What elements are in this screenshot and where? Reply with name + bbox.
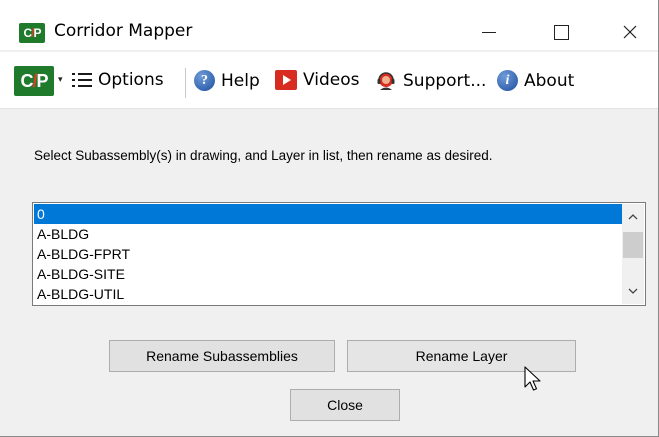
list-item[interactable]: A-BLDG (34, 224, 622, 244)
list-icon (72, 71, 92, 89)
corridor-mapper-window: C / P Corridor Mapper C / P ▾ Options ? … (0, 0, 659, 437)
info-icon: i (497, 70, 518, 91)
help-button[interactable]: ? Help (194, 70, 260, 91)
window-title: Corridor Mapper (54, 21, 193, 41)
cp-logo-menu-button[interactable]: C / P (14, 66, 54, 96)
toolbar: C / P ▾ Options ? Help Videos Support...… (0, 52, 658, 109)
about-button[interactable]: i About (497, 70, 574, 91)
list-item[interactable]: 0 (34, 204, 622, 224)
scroll-up-icon[interactable] (622, 207, 644, 227)
list-item[interactable]: A-BLDG-FPRT (34, 244, 622, 264)
list-item[interactable]: A-BLDG-UTIL (34, 284, 622, 304)
options-label: Options (98, 70, 164, 90)
scrollbar-thumb[interactable] (623, 232, 643, 258)
app-logo-icon: C / P (19, 23, 45, 43)
minimize-button[interactable] (466, 14, 512, 50)
options-button[interactable]: Options (72, 70, 164, 90)
layer-list-items: 0 A-BLDG A-BLDG-FPRT A-BLDG-SITE A-BLDG-… (34, 204, 622, 304)
maximize-button[interactable] (538, 14, 584, 50)
support-label: Support... (403, 71, 487, 91)
video-play-icon (275, 70, 297, 90)
scroll-down-icon[interactable] (622, 281, 644, 301)
vertical-scrollbar[interactable] (622, 204, 644, 304)
mouse-pointer-icon (524, 366, 541, 391)
chevron-down-icon[interactable]: ▾ (58, 74, 63, 85)
close-window-button[interactable] (607, 14, 653, 50)
support-button[interactable]: Support... (375, 70, 486, 92)
list-item[interactable]: A-BLDG-SITE (34, 264, 622, 284)
maximize-icon (553, 24, 569, 40)
about-label: About (524, 70, 575, 91)
help-label: Help (221, 70, 260, 91)
support-agent-icon (377, 72, 395, 90)
instruction-text: Select Subassembly(s) in drawing, and La… (34, 148, 493, 163)
rename-subassemblies-button[interactable]: Rename Subassemblies (109, 340, 335, 372)
videos-button[interactable]: Videos (275, 70, 360, 90)
videos-label: Videos (303, 70, 360, 90)
minimize-icon (482, 31, 496, 33)
close-button[interactable]: Close (290, 389, 400, 421)
layer-listbox[interactable]: 0 A-BLDG A-BLDG-FPRT A-BLDG-SITE A-BLDG-… (32, 202, 646, 306)
close-icon (623, 25, 637, 39)
toolbar-divider (185, 68, 186, 98)
help-icon: ? (194, 70, 215, 91)
title-bar: C / P Corridor Mapper (0, 0, 658, 50)
